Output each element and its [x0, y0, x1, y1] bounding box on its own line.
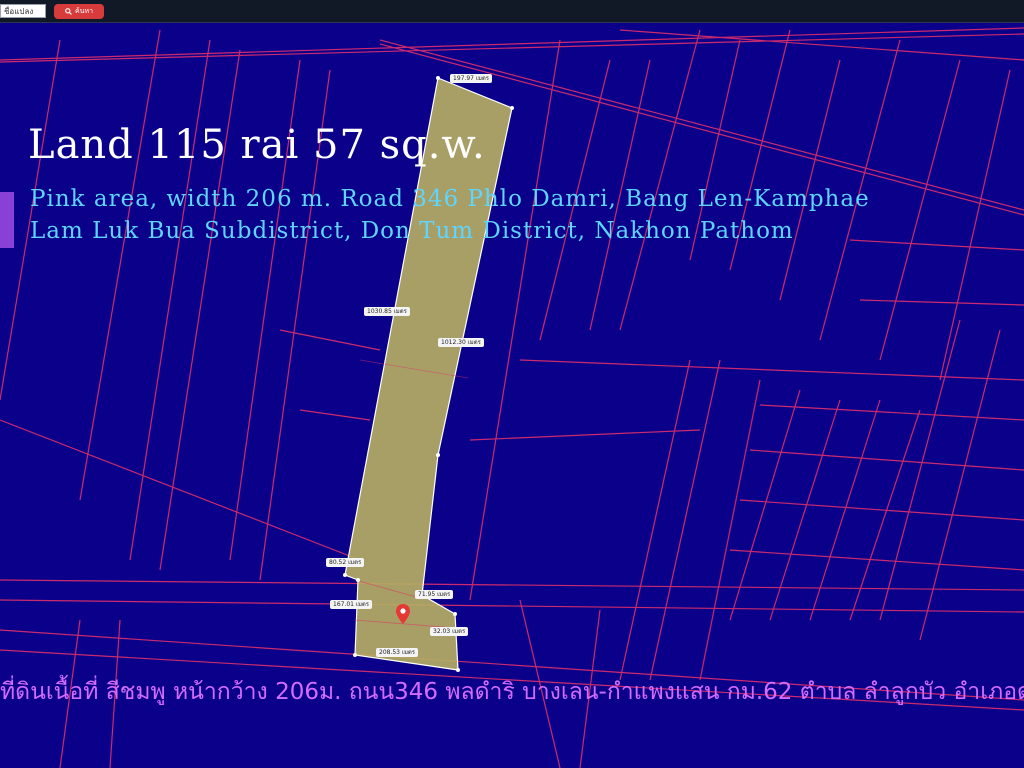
parcel-map[interactable]: Land 115 rai 57 sq.w. Pink area, width 2… — [0, 22, 1024, 768]
top-toolbar: ค้นหา — [0, 0, 1024, 23]
measurement-label: 32.03 เมตร — [430, 627, 469, 636]
search-input[interactable] — [0, 4, 46, 18]
measurement-label: 1012.30 เมตร — [438, 338, 484, 347]
search-icon — [65, 8, 72, 15]
search-button-label: ค้นหา — [74, 7, 93, 15]
land-subtitle-line1: Pink area, width 206 m. Road 346 Phlo Da… — [30, 186, 870, 212]
accent-swatch — [0, 192, 14, 248]
search-button[interactable]: ค้นหา — [54, 4, 104, 19]
land-subtitle-line2: Lam Luk Bua Subdistrict, Don Tum Distric… — [30, 218, 794, 244]
location-pin-icon[interactable] — [396, 604, 410, 624]
measurement-label: 1030.85 เมตร — [364, 307, 410, 316]
measurement-label: 167.01 เมตร — [330, 600, 373, 609]
land-title: Land 115 rai 57 sq.w. — [28, 122, 486, 168]
measurement-label: 197.97 เมตร — [450, 74, 493, 83]
measurement-label: 80.52 เมตร — [326, 558, 365, 567]
measurement-label: 71.95 เมตร — [415, 590, 454, 599]
thai-caption: ที่ดินเนื้อที่ สีชมพู หน้ากว้าง 206ม. ถน… — [0, 679, 1024, 705]
measurement-label: 208.53 เมตร — [376, 648, 419, 657]
